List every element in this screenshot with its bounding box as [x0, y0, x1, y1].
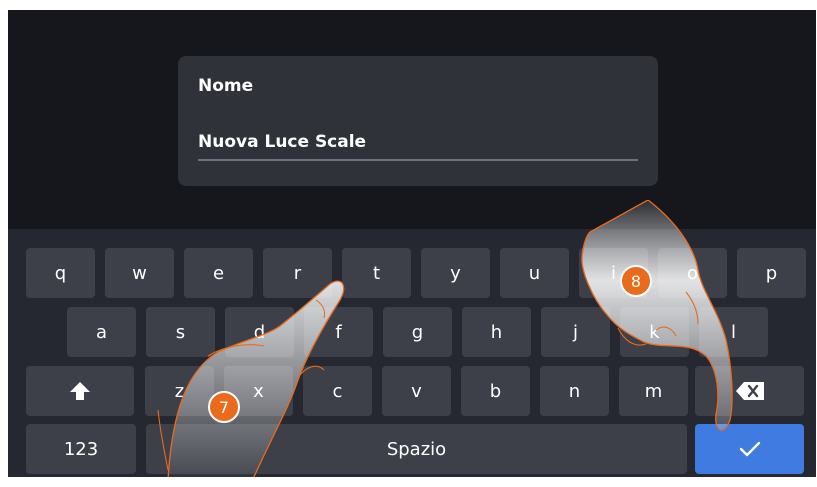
- callout-badge-8: 8: [620, 265, 652, 297]
- dialog-title: Nome: [198, 76, 254, 96]
- key-o[interactable]: o: [658, 248, 727, 298]
- key-e[interactable]: e: [184, 248, 253, 298]
- key-w[interactable]: w: [105, 248, 174, 298]
- key-y[interactable]: y: [421, 248, 490, 298]
- key-z[interactable]: z: [145, 366, 214, 416]
- key-j[interactable]: j: [541, 307, 610, 357]
- callout-badge-7: 7: [208, 391, 240, 423]
- input-underline: [198, 159, 638, 161]
- key-h[interactable]: h: [462, 307, 531, 357]
- space-key-label: Spazio: [386, 438, 447, 460]
- key-g[interactable]: g: [383, 307, 452, 357]
- key-d[interactable]: d: [225, 307, 294, 357]
- key-n[interactable]: n: [540, 366, 609, 416]
- key-r[interactable]: r: [263, 248, 332, 298]
- numbers-key-label: 123: [63, 438, 99, 460]
- key-l[interactable]: l: [699, 307, 768, 357]
- key-k[interactable]: k: [620, 307, 689, 357]
- numbers-key[interactable]: 123: [26, 424, 136, 474]
- key-q[interactable]: q: [26, 248, 95, 298]
- key-a[interactable]: a: [67, 307, 136, 357]
- key-m[interactable]: m: [619, 366, 688, 416]
- key-f[interactable]: f: [304, 307, 373, 357]
- on-screen-keyboard: qwertyuiop asdfghjkl zxcvbnm 123 Spazio: [8, 229, 816, 477]
- key-s[interactable]: s: [146, 307, 215, 357]
- backspace-key[interactable]: [695, 366, 804, 416]
- name-input[interactable]: Nuova Luce Scale: [198, 132, 366, 152]
- key-u[interactable]: u: [500, 248, 569, 298]
- key-b[interactable]: b: [461, 366, 530, 416]
- key-p[interactable]: p: [737, 248, 806, 298]
- key-t[interactable]: t: [342, 248, 411, 298]
- confirm-key[interactable]: [695, 424, 804, 474]
- shift-key[interactable]: [26, 366, 134, 416]
- space-key[interactable]: Spazio: [146, 424, 687, 474]
- check-icon: [739, 441, 760, 457]
- device-screen: Nome Nuova Luce Scale qwertyuiop asdfghj…: [8, 10, 816, 477]
- key-v[interactable]: v: [382, 366, 451, 416]
- name-dialog: Nome Nuova Luce Scale: [178, 56, 658, 186]
- key-c[interactable]: c: [303, 366, 372, 416]
- shift-arrow-icon: [70, 382, 90, 400]
- backspace-icon: [735, 382, 764, 400]
